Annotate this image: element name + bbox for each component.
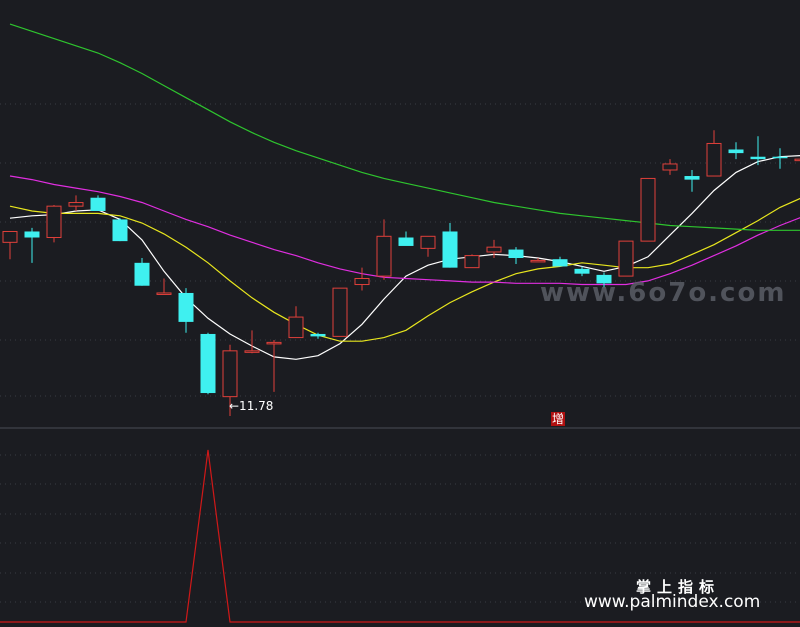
candle-body (244, 350, 260, 353)
candle-body (398, 237, 414, 246)
candle-body (728, 149, 744, 154)
grid-lines (0, 103, 800, 603)
candle-body (266, 341, 282, 345)
ma-line-magenta (9, 175, 800, 286)
candle-body (200, 333, 216, 394)
candle-body (376, 235, 392, 277)
candle-body (156, 292, 172, 295)
candle-body (46, 205, 62, 239)
candlestick-series (2, 130, 800, 416)
candle-body (662, 163, 678, 171)
candle-body (310, 333, 326, 337)
candle-body (134, 262, 150, 286)
watermark-palmindex: www.palmindex.com (584, 592, 761, 612)
low-price-label: ←11.78 (229, 399, 274, 413)
candle-body (530, 259, 546, 263)
signal-marker: 增 (551, 412, 566, 426)
moving-average-lines (9, 23, 800, 360)
candle-body (68, 202, 84, 207)
candle-body (552, 259, 568, 267)
candle-body (222, 350, 238, 398)
candle-body (464, 255, 480, 269)
watermark-6o7o: www.6o7o.com (540, 278, 787, 308)
candle-body (90, 197, 106, 211)
ma-line-white (9, 155, 800, 360)
candle-body (420, 235, 436, 249)
candle-body (112, 219, 128, 242)
candle-body (794, 158, 800, 162)
candle-body (618, 240, 634, 277)
candle-body (288, 316, 304, 339)
stock-chart (0, 23, 800, 623)
candle-body (684, 176, 700, 180)
candle-body (640, 177, 656, 242)
candle-body (178, 292, 194, 322)
candle-body (442, 231, 458, 268)
candle-body (24, 231, 40, 238)
candle-body (706, 142, 722, 177)
candle-body (772, 156, 788, 159)
candle-body (750, 156, 766, 160)
candle-body (354, 278, 370, 286)
candle-body (2, 230, 18, 243)
candle-body (332, 287, 348, 337)
candle-body (508, 249, 524, 259)
candle-body (574, 268, 590, 274)
candle-body (486, 246, 502, 253)
